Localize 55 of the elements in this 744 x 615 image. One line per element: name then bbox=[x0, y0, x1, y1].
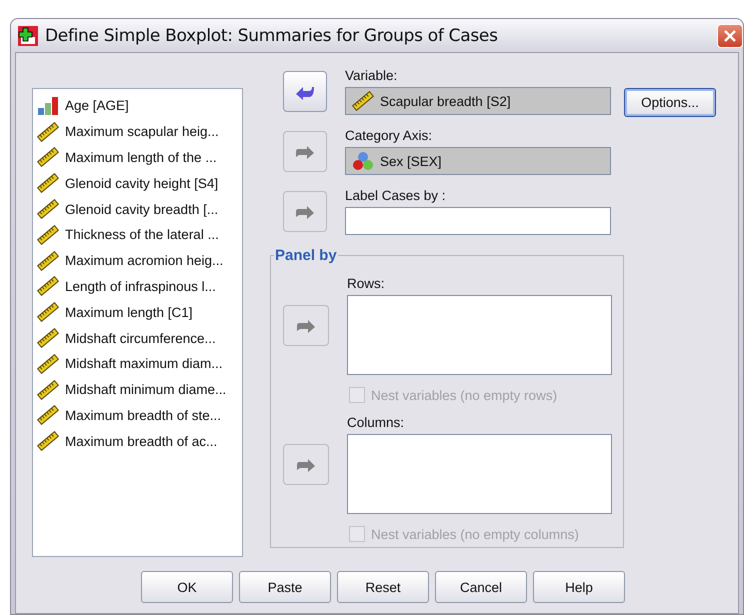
target-field[interactable]: Scapular breadth [S2] bbox=[345, 87, 611, 115]
window-title: Define Simple Boxplot: Summaries for Groups of Cases bbox=[45, 26, 499, 46]
variable-label: Glenoid cavity height [S4] bbox=[65, 176, 218, 191]
app-icon bbox=[17, 24, 39, 46]
variable-label: Glenoid cavity breadth [... bbox=[65, 202, 218, 217]
target-list[interactable] bbox=[347, 434, 612, 514]
dialog-button[interactable]: Cancel bbox=[435, 571, 527, 603]
field-label: Label Cases by : bbox=[345, 188, 447, 203]
field-label: Columns: bbox=[347, 415, 406, 430]
variable-item[interactable]: Maximum breadth of ac... bbox=[37, 428, 238, 454]
variable-label: Midshaft minimum diame... bbox=[65, 382, 226, 398]
variable-label: Maximum scapular heig... bbox=[65, 124, 219, 140]
dialog-button[interactable]: Paste bbox=[239, 571, 331, 603]
checkbox-label: Nest variables (no empty columns) bbox=[371, 526, 579, 542]
variable-label: Length of infraspinous l... bbox=[65, 278, 216, 294]
variable-label: Thickness of the lateral ... bbox=[65, 227, 219, 242]
target-field[interactable]: Sex [SEX] bbox=[345, 147, 611, 175]
field-label: Variable: bbox=[345, 68, 398, 83]
checkbox-label: Nest variables (no empty rows) bbox=[371, 388, 558, 402]
target-field[interactable] bbox=[345, 207, 611, 235]
variable-item[interactable]: Maximum scapular heig... bbox=[37, 118, 238, 145]
target-list[interactable] bbox=[347, 295, 612, 375]
variable-item[interactable]: Maximum acromion heig... bbox=[37, 248, 238, 274]
variable-label: Age [AGE] bbox=[65, 98, 129, 114]
variable-item[interactable]: Midshaft minimum diame... bbox=[37, 376, 238, 403]
variable-item[interactable]: Thickness of the lateral ... bbox=[37, 222, 238, 248]
variable-label: Maximum breadth of ste... bbox=[65, 408, 222, 423]
dialog-button[interactable]: OK bbox=[141, 571, 233, 603]
field-label: Category Axis: bbox=[345, 128, 434, 143]
variable-item[interactable]: Midshaft maximum diam... bbox=[37, 350, 238, 377]
variable-item[interactable]: Length of infraspinous l... bbox=[37, 274, 238, 300]
variable-label: Maximum breadth of ac... bbox=[65, 434, 218, 449]
variable-item[interactable]: Glenoid cavity height [S4] bbox=[37, 170, 238, 196]
close-icon bbox=[723, 28, 737, 42]
dialog-button[interactable]: Reset bbox=[337, 571, 429, 603]
variable-label: Maximum length [C1] bbox=[65, 304, 193, 320]
variable-label: Midshaft maximum diam... bbox=[65, 356, 223, 372]
variable-label: Midshaft circumference... bbox=[65, 330, 216, 346]
variable-list[interactable] bbox=[32, 88, 243, 557]
options-button[interactable]: Options... bbox=[624, 88, 716, 117]
variable-label: Maximum acromion heig... bbox=[65, 253, 224, 268]
variable-item[interactable]: Midshaft circumference... bbox=[37, 325, 238, 351]
dialog-button[interactable]: Help bbox=[533, 571, 625, 603]
variable-item[interactable]: Maximum breadth of ste... bbox=[37, 402, 238, 428]
variable-item[interactable]: Glenoid cavity breadth [... bbox=[37, 196, 238, 222]
variable-item[interactable]: Maximum length of the ... bbox=[37, 144, 238, 170]
balls-icon bbox=[352, 151, 374, 171]
variable-label: Maximum length of the ... bbox=[65, 150, 217, 165]
field-label: Rows: bbox=[347, 276, 386, 291]
move-button[interactable] bbox=[283, 71, 327, 112]
close-button[interactable] bbox=[717, 24, 743, 48]
bar-chart-icon bbox=[37, 96, 59, 116]
group-title: Panel by bbox=[274, 247, 338, 264]
variable-item[interactable]: Maximum length [C1] bbox=[37, 299, 238, 326]
variable-item[interactable]: Age [AGE] bbox=[37, 93, 238, 119]
